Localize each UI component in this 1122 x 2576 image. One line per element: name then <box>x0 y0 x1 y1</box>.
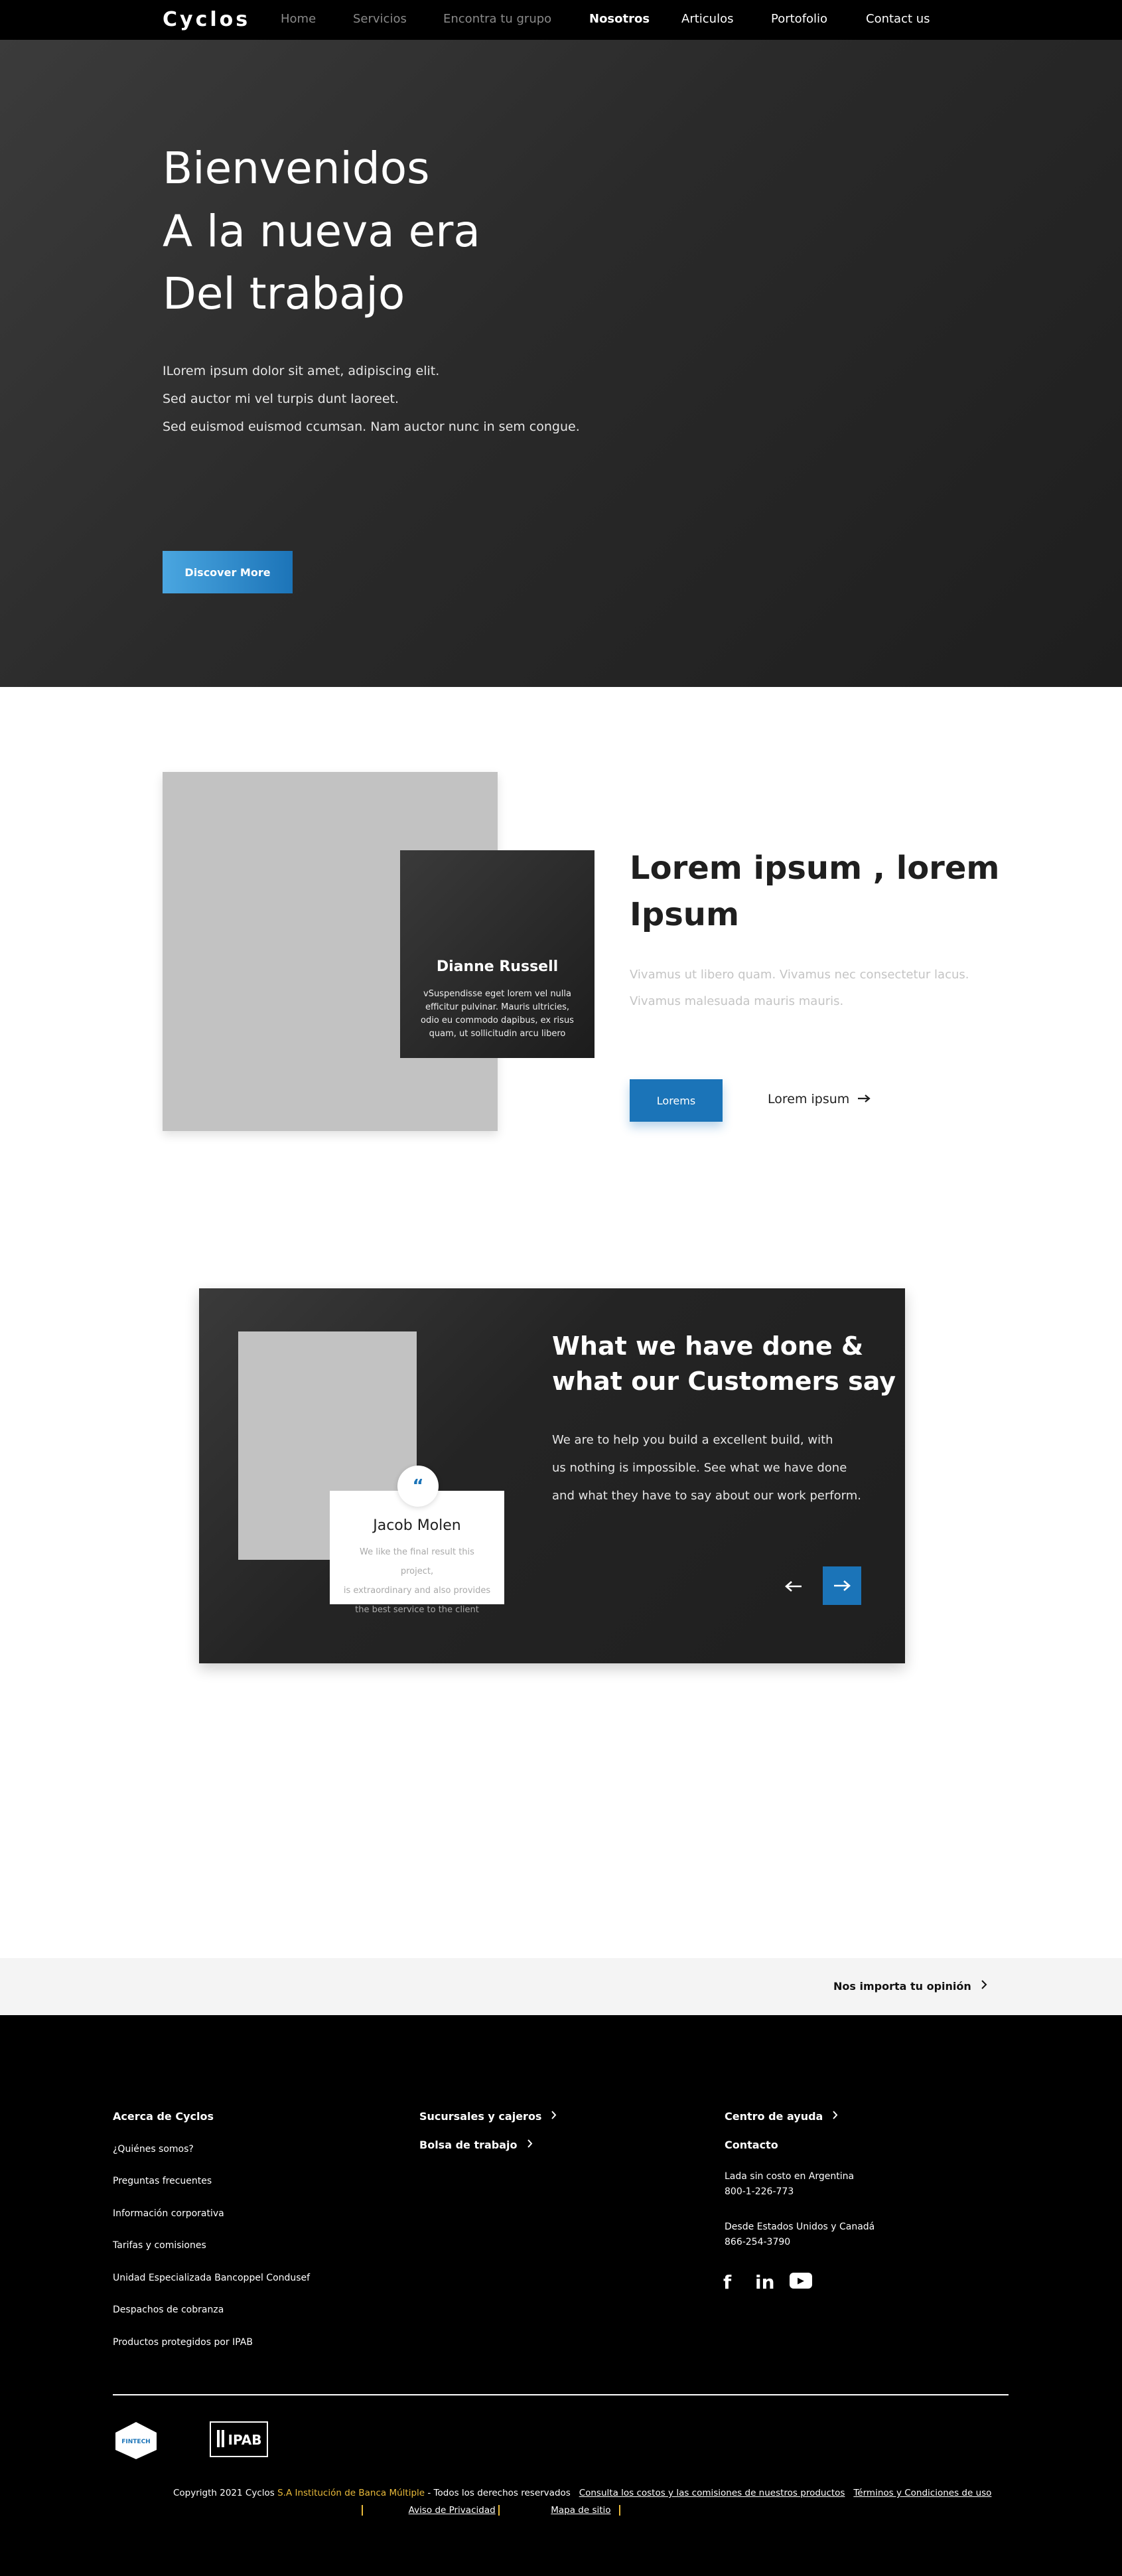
person-card: Dianne Russell vSuspendisse eget lorem v… <box>400 850 595 1058</box>
footer-divider <box>113 2394 1009 2395</box>
footer-link-productos[interactable]: Productos protegidos por IPAB <box>113 2337 253 2348</box>
hero-section: Bienvenidos A la nueva era Del trabajo I… <box>0 40 1122 687</box>
ipab-logo: IPAB <box>209 2421 269 2461</box>
nav-item-contact-us[interactable]: Contact us <box>866 12 930 26</box>
testimonial-text-line-1: We are to help you build a excellent bui… <box>552 1433 833 1447</box>
testimonial-description: We like the final result this project, i… <box>343 1547 491 1615</box>
footer-link-terminos[interactable]: Términos y Condiciones de uso <box>853 2488 991 2498</box>
ipab-logo-text: IPAB <box>228 2432 262 2448</box>
hero-text-line-2: Sed auctor mi vel turpis dunt laoreet. <box>163 392 399 406</box>
footer-link-quienes-somos[interactable]: ¿Quiénes somos? <box>113 2144 194 2155</box>
about-text-line-2: Vivamus malesuada mauris mauris. <box>630 994 844 1008</box>
nav-item-nosotros[interactable]: Nosotros <box>589 12 650 26</box>
footer-link-sucursales[interactable]: Sucursales y cajeros <box>419 2110 557 2123</box>
fintech-logo: FINTECH <box>113 2421 159 2463</box>
opinion-link-label: Nos importa tu opinión <box>833 1979 971 1993</box>
copyright-line: Copyrigth 2021 Cyclos S.A Institución de… <box>173 2488 991 2498</box>
linkedin-icon[interactable]: in <box>755 2271 775 2293</box>
hero-title-line-2: A la nueva era <box>163 206 480 257</box>
hero-text-line-1: ILorem ipsum dolor sit amet, adipiscing … <box>163 364 440 378</box>
about-title-line-2: Ipsum <box>630 896 739 933</box>
testimonial-title-line-1: What we have done & <box>552 1331 864 1361</box>
nav-item-encontra-tu-grupo[interactable]: Encontra tu grupo <box>443 12 551 26</box>
opinion-bar: Nos importa tu opinión <box>0 1958 1122 2015</box>
footer-link-bolsa-label: Bolsa de trabajo <box>419 2139 518 2151</box>
footer-link-informacion[interactable]: Información corporativa <box>113 2208 224 2219</box>
footer-contact-phone-ar: 800-1-226-773 <box>725 2186 794 2197</box>
footer-contact-phone-us: 866-254-3790 <box>725 2237 791 2247</box>
hero-title-line-1: Bienvenidos <box>163 143 430 194</box>
chevron-right-icon <box>981 1979 987 1993</box>
arrow-left-icon[interactable] <box>782 1574 806 1598</box>
footer: Acerca de Cyclos ¿Quiénes somos? Pregunt… <box>0 2015 1122 2576</box>
copyright-institution: S.A Institución de Banca Múltiple <box>277 2488 425 2498</box>
divider <box>619 2505 621 2516</box>
person-name: Dianne Russell <box>436 958 559 975</box>
opinion-link[interactable]: Nos importa tu opinión <box>833 1979 987 1993</box>
about-title-line-1: Lorem ipsum , lorem <box>630 850 1000 887</box>
arrow-right-icon[interactable] <box>823 1566 861 1605</box>
footer-link-aviso-privacidad[interactable]: Aviso de Privacidad <box>409 2505 496 2516</box>
footer-contact-label-ar: Lada sin costo en Argentina <box>725 2171 855 2182</box>
facebook-icon[interactable]: f <box>723 2271 731 2293</box>
hero-title-line-3: Del trabajo <box>163 268 405 319</box>
nav-item-articulos[interactable]: Articulos <box>681 12 733 26</box>
lorem-ipsum-link[interactable]: Lorem ipsum <box>768 1092 871 1106</box>
arrow-right-icon <box>857 1092 871 1106</box>
footer-link-unidad[interactable]: Unidad Especializada Bancoppel Condusef <box>113 2273 310 2283</box>
nav-item-home[interactable]: Home <box>281 12 316 26</box>
testimonial-card: “ Jacob Molen We like the final result t… <box>330 1466 504 1615</box>
footer-link-centro-ayuda[interactable]: Centro de ayuda <box>725 2110 838 2123</box>
divider <box>498 2505 500 2516</box>
copyright-prefix: Copyrigth 2021 Cyclos <box>173 2488 278 2498</box>
testimonial-text-line-3: and what they have to say about our work… <box>552 1489 861 1503</box>
chevron-right-icon <box>527 2139 533 2151</box>
footer-link-despachos[interactable]: Despachos de cobranza <box>113 2305 224 2315</box>
footer-link-bolsa[interactable]: Bolsa de trabajo <box>419 2139 533 2151</box>
quote-icon: “ <box>397 1466 439 1507</box>
testimonial-text-line-2: us nothing is impossible. See what we ha… <box>552 1461 847 1475</box>
lorem-ipsum-link-label: Lorem ipsum <box>768 1092 850 1106</box>
discover-more-button[interactable]: Discover More <box>163 551 293 593</box>
logo[interactable]: Cyclos <box>163 8 250 31</box>
nav-item-portofolio[interactable]: Portofolio <box>771 12 827 26</box>
youtube-icon[interactable]: ▶ <box>790 2273 812 2289</box>
footer-link-tarifas[interactable]: Tarifas y comisiones <box>113 2240 206 2251</box>
top-nav: Cyclos Home Servicios Encontra tu grupo … <box>0 0 1122 40</box>
divider <box>362 2505 363 2516</box>
hero-text-line-3: Sed euismod euismod ccumsan. Nam auctor … <box>163 419 580 434</box>
footer-link-preguntas[interactable]: Preguntas frecuentes <box>113 2176 212 2186</box>
testimonial-section: “ Jacob Molen We like the final result t… <box>199 1288 905 1663</box>
page: Cyclos Home Servicios Encontra tu grupo … <box>0 0 1122 2576</box>
footer-link-mapa-sitio[interactable]: Mapa de sitio <box>551 2505 610 2516</box>
footer-heading-acerca: Acerca de Cyclos <box>113 2110 214 2123</box>
footer-contact-label-us: Desde Estados Unidos y Canadá <box>725 2222 875 2232</box>
copyright-suffix: - Todos los derechos reservados <box>425 2488 571 2498</box>
footer-link-sucursales-label: Sucursales y cajeros <box>419 2110 542 2123</box>
footer-heading-contacto: Contacto <box>725 2139 778 2151</box>
footer-link-costos[interactable]: Consulta los costos y las comisiones de … <box>579 2488 845 2498</box>
footer-bottom-links: Aviso de Privacidad Mapa de sitio <box>362 2505 621 2516</box>
nav-item-servicios[interactable]: Servicios <box>353 12 407 26</box>
about-text-line-1: Vivamus ut libero quam. Vivamus nec cons… <box>630 968 969 982</box>
fintech-logo-text: FINTECH <box>121 2439 150 2445</box>
chevron-right-icon <box>832 2110 838 2123</box>
chevron-right-icon <box>551 2110 557 2123</box>
footer-link-centro-ayuda-label: Centro de ayuda <box>725 2110 823 2123</box>
lorems-button[interactable]: Lorems <box>630 1079 723 1122</box>
testimonial-title-line-2: what our Customers say <box>552 1367 896 1396</box>
person-description: vSuspendisse eget lorem vel nulla effici… <box>421 989 574 1039</box>
testimonial-name: Jacob Molen <box>373 1517 461 1534</box>
